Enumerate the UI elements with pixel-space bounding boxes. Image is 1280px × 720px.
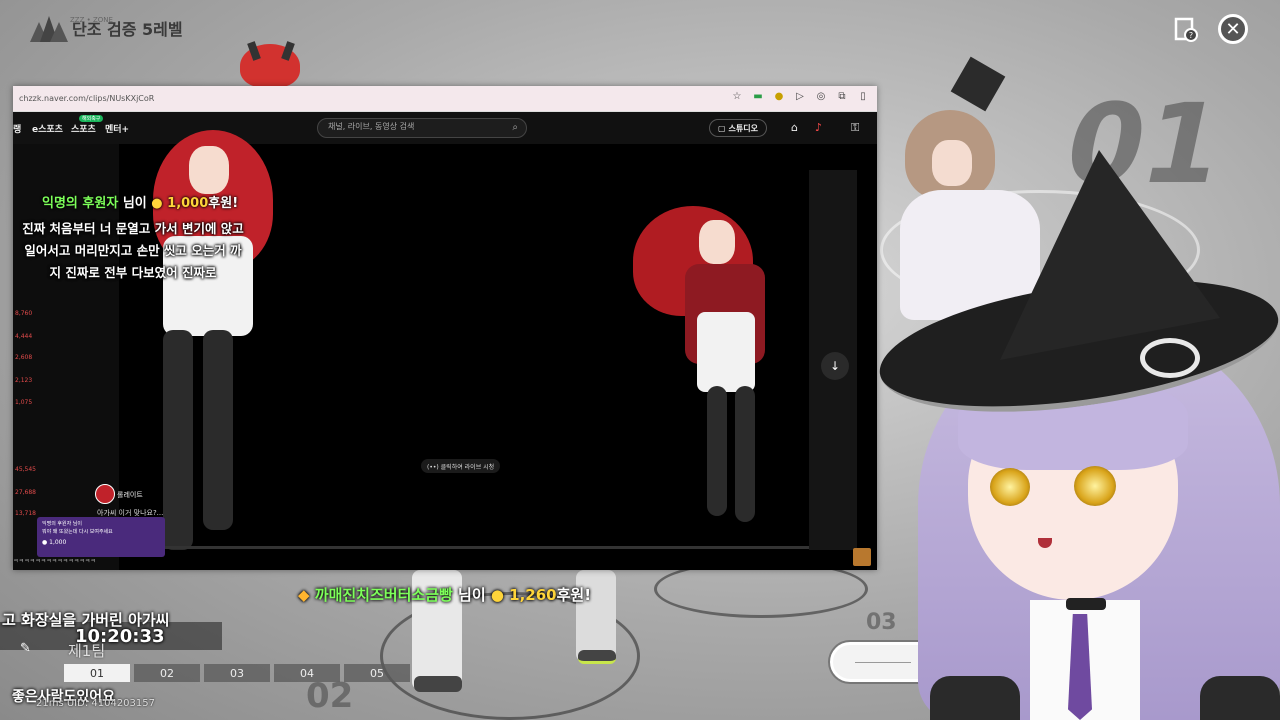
video-character-skirt (697, 312, 755, 392)
chat-avatar (95, 484, 115, 504)
overlay-character-leg (203, 330, 233, 530)
video-character-face (699, 220, 735, 264)
team-label: 제1팀 (68, 642, 106, 660)
help-document-icon[interactable]: ? (1172, 16, 1200, 44)
donor-nickname: 익명의 후원자 (42, 196, 119, 211)
popup-message: 뭐야 왜 또왔는데 다시 보여주세요 (42, 529, 113, 535)
donation-amount: 1,000 (167, 196, 209, 211)
nav-item-sports[interactable]: 스포츠 (71, 122, 96, 135)
nav-item-esports[interactable]: e스포츠 (32, 122, 63, 135)
extension-icon[interactable]: ● (773, 91, 785, 103)
stage-number-02: 02 (306, 676, 354, 716)
browser-window: chzzk.naver.com/clips/NUsKXjCoR ☆ ▬ ● ▷ … (13, 86, 877, 570)
video-progress-bar[interactable] (119, 546, 809, 549)
nav-badge: 해외축구 (79, 115, 104, 122)
donor-nickname: 까매진치즈버터소금빵 (314, 586, 453, 604)
edit-icon[interactable]: ✎ (20, 641, 31, 656)
overlay-character-leg (163, 330, 193, 550)
coin-icon: ● (151, 196, 163, 211)
live-watch-chip[interactable]: (••) 클릭하여 라이브 시청 (421, 459, 501, 473)
popup-amount: ● 1,000 (42, 539, 67, 546)
close-icon[interactable]: ✕ (1218, 14, 1248, 44)
channel-thumbnail[interactable] (853, 548, 871, 566)
tab-04[interactable]: 04 (274, 664, 340, 682)
extension-icon[interactable]: ◎ (815, 91, 827, 103)
vtuber-shoulder (930, 676, 1020, 720)
stage-number-03: 03 (866, 610, 897, 635)
tab-05[interactable]: 05 (344, 664, 410, 682)
studio-button[interactable]: ▢ 스튜디오 (709, 119, 767, 137)
character-shoe (414, 676, 462, 692)
team-tabs: 01 02 03 04 05 (64, 664, 410, 682)
arrow-down-icon: ↓ (829, 359, 841, 373)
character-face (932, 140, 972, 186)
studio-label: 스튜디오 (728, 123, 758, 133)
cast-icon[interactable]: ⌂ (791, 121, 798, 134)
popup-name: 익명의 후원자 님이 (42, 521, 82, 527)
uid-text: 21ms UID: 4104203157 (36, 698, 155, 709)
svg-text:?: ? (1189, 31, 1193, 40)
nav-item-mentor[interactable]: 멘터+ (105, 122, 129, 135)
search-icon[interactable]: ⌕ (512, 122, 518, 133)
donation-unit: 후원! (208, 196, 239, 211)
rail-count: 8,760 (15, 310, 33, 317)
mountain-logo-icon (30, 14, 68, 42)
cheese-icon: ◆ (298, 586, 310, 604)
bell-icon[interactable]: ♪ (815, 121, 822, 134)
chat-bottom-text: ㅋㅋㅋㅋㅋㅋㅋㅋㅋㅋㅋㅋㅋㅋㅋ (13, 558, 96, 565)
rail-count: 13,718 (15, 510, 36, 517)
key-icon[interactable]: ⚿ (851, 121, 859, 135)
character-shoe (578, 650, 616, 664)
rail-count: 2,608 (15, 354, 33, 361)
donation-message: 진짜 처음부터 너 문열고 가서 변기에 앉고 일어서고 머리만지고 손만 씻고… (22, 221, 244, 280)
rail-count: 2,123 (15, 377, 33, 384)
site-header: 랭 e스포츠 해외축구 스포츠 멘터+ ⌕ ▢ 스튜디오 ⌂ ♪ ⚿ (13, 112, 877, 144)
vtuber-choker (1066, 598, 1106, 610)
rail-count: 27,688 (15, 489, 36, 496)
donor-suffix: 님이 (452, 586, 491, 604)
puzzle-icon[interactable]: ⧉ (836, 91, 848, 103)
sidebar-icon[interactable]: ▯ (857, 91, 869, 103)
scroll-down-button[interactable]: ↓ (821, 352, 849, 380)
chat-nickname: 롤레이트 (117, 491, 143, 499)
donation-unit: 후원! (556, 586, 592, 604)
rail-count: 4,444 (15, 333, 33, 340)
address-bar[interactable]: chzzk.naver.com/clips/NUsKXjCoR ☆ ▬ ● ▷ … (13, 86, 877, 112)
extension-icon[interactable]: ▷ (794, 91, 806, 103)
search-input[interactable] (328, 122, 498, 131)
browser-toolbar: ☆ ▬ ● ▷ ◎ ⧉ ▯ (731, 91, 869, 103)
rail-count: 45,545 (15, 466, 36, 473)
video-character-leg (735, 386, 755, 522)
donation-alert-1: 익명의 후원자 님이 ● 1,000후원! (42, 192, 238, 211)
donation-popup: 익명의 후원자 님이 뭐야 왜 또왔는데 다시 보여주세요 ● 1,000 (37, 517, 165, 557)
tab-01[interactable]: 01 (64, 664, 130, 682)
game-logo: ZZZ • ZONE 단조 검증 5레벨 (30, 14, 183, 42)
moon-emblem-icon (1140, 338, 1200, 378)
tab-02[interactable]: 02 (134, 664, 200, 682)
rail-count: 1,075 (15, 399, 33, 406)
video-character-leg (707, 386, 727, 516)
overlay-character-face (189, 146, 229, 194)
vtuber-shoulder (1200, 676, 1280, 720)
donation-amount: 1,260 (509, 586, 557, 604)
search-box[interactable]: ⌕ (317, 118, 527, 138)
url-text[interactable]: chzzk.naver.com/clips/NUsKXjCoR (19, 94, 154, 103)
vtuber-right-eye (1074, 466, 1116, 506)
logo-subtitle: ZZZ • ZONE (70, 16, 113, 24)
extension-icon[interactable]: ▬ (752, 91, 764, 103)
nav-item[interactable]: 랭 (13, 122, 21, 135)
donation-alert-2: ◆ 까매진치즈버터소금빵 님이 ● 1,260후원! (298, 584, 591, 605)
vtuber-left-eye (990, 468, 1030, 506)
bookmark-star-icon[interactable]: ☆ (731, 91, 743, 103)
tab-03[interactable]: 03 (204, 664, 270, 682)
studio-icon: ▢ (717, 123, 726, 133)
donor-suffix: 님이 (118, 196, 152, 211)
coin-icon: ● (490, 586, 504, 604)
character-hat-ornament (950, 56, 1006, 112)
